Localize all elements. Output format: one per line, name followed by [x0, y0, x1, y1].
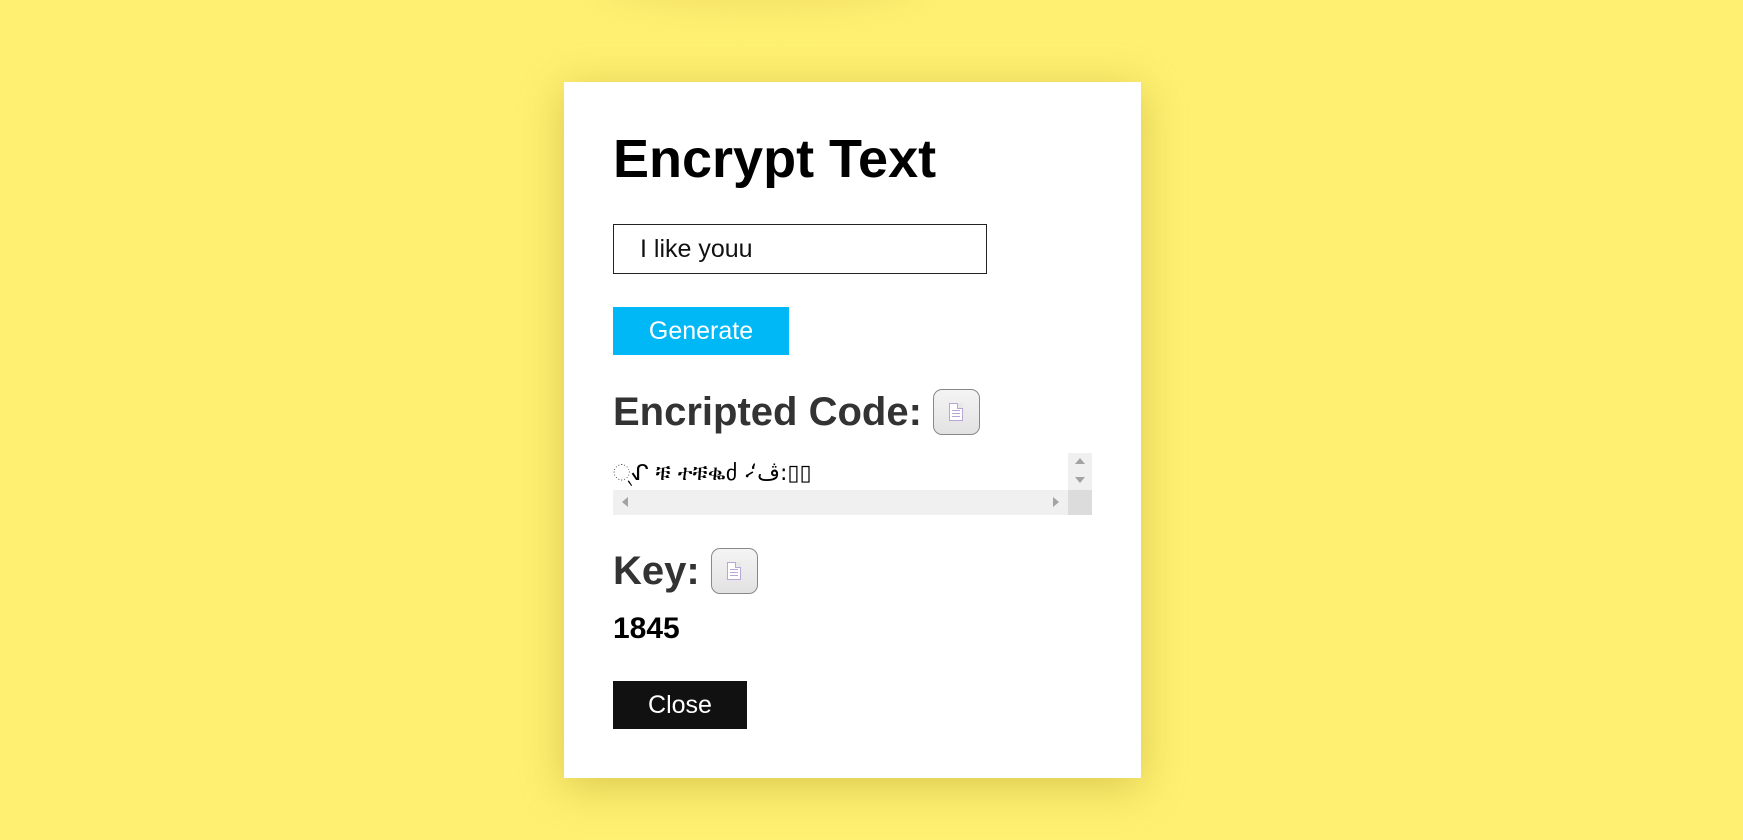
close-button[interactable]: Close	[613, 681, 747, 729]
key-value: 1845	[613, 612, 680, 645]
encrypted-code-heading: Encripted Code:	[613, 389, 980, 435]
encrypt-modal: Encrypt Text Generate Encripted Code: ୍ᖋ…	[564, 82, 1141, 778]
encrypted-code-label: Encripted Code:	[613, 390, 922, 434]
background-glow	[600, 0, 920, 10]
copy-key-button[interactable]	[710, 548, 758, 594]
scroll-right-arrow-icon[interactable]	[1053, 497, 1059, 507]
copy-document-icon	[726, 562, 741, 580]
modal-title: Encrypt Text	[613, 129, 937, 189]
copy-document-icon	[948, 403, 963, 421]
scroll-up-arrow-icon[interactable]	[1075, 458, 1085, 464]
scroll-down-arrow-icon[interactable]	[1075, 477, 1085, 483]
key-label: Key:	[613, 549, 700, 593]
generate-button[interactable]: Generate	[613, 307, 789, 355]
plain-text-input[interactable]	[613, 224, 987, 274]
copy-encrypted-button[interactable]	[932, 389, 980, 435]
vertical-scrollbar[interactable]	[1068, 453, 1092, 490]
encrypted-code-output[interactable]: ୍ᖋ ቹ ተቹቈძ ⸳̷‘ڤ:▯▯	[613, 453, 1092, 515]
scrollbar-corner	[1068, 490, 1092, 515]
horizontal-scrollbar[interactable]	[613, 490, 1068, 515]
encrypted-code-text: ୍ᖋ ቹ ተቹቈძ ⸳̷‘ڤ:▯▯	[613, 461, 812, 486]
key-heading: Key:	[613, 548, 758, 594]
scroll-left-arrow-icon[interactable]	[622, 497, 628, 507]
